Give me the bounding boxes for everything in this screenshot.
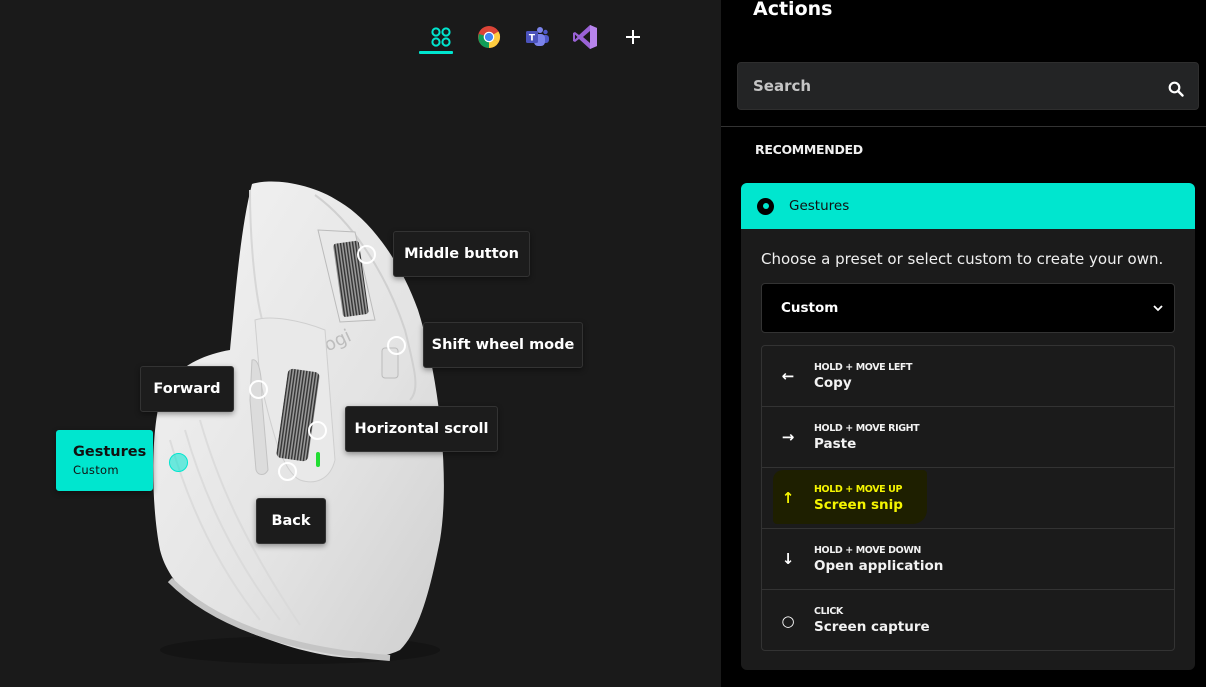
callout-label: Forward — [153, 381, 221, 397]
gesture-action: Copy — [814, 374, 852, 391]
gesture-row-move-right[interactable]: → HOLD + MOVE RIGHT Paste — [762, 407, 1174, 468]
gesture-trigger: HOLD + MOVE DOWN — [814, 544, 921, 556]
preset-dropdown[interactable]: Custom — [761, 283, 1175, 333]
arrow-left-icon: ← — [781, 367, 795, 385]
gestures-option[interactable]: Gestures — [741, 183, 1195, 229]
gestures-card: Gestures Choose a preset or select custo… — [741, 183, 1195, 670]
callout-label: Shift wheel mode — [431, 337, 575, 353]
tab-add-app[interactable] — [609, 18, 657, 56]
search-placeholder: Search — [753, 77, 812, 95]
gesture-action: Screen capture — [814, 619, 930, 635]
gesture-row-move-left[interactable]: ← HOLD + MOVE LEFT Copy — [762, 346, 1174, 407]
arrow-down-icon: ↓ — [781, 550, 795, 568]
hotspot-back[interactable] — [278, 462, 297, 481]
section-label-recommended: RECOMMENDED — [755, 142, 863, 157]
gesture-list: ← HOLD + MOVE LEFT Copy → HOLD + MOVE RI… — [761, 345, 1175, 651]
visual-studio-icon — [573, 25, 597, 49]
gesture-action: Open application — [814, 557, 944, 574]
gestures-description: Choose a preset or select custom to crea… — [761, 250, 1164, 268]
callout-middle-button[interactable]: Middle button — [393, 231, 530, 277]
callout-label: Back — [271, 513, 311, 529]
callout-shift-wheel-mode[interactable]: Shift wheel mode — [423, 322, 583, 368]
radio-selected-icon[interactable] — [757, 197, 774, 215]
callout-horizontal-scroll[interactable]: Horizontal scroll — [345, 406, 498, 452]
actions-panel: Actions Search RECOMMENDED Gestures Choo… — [721, 0, 1206, 687]
teams-icon: T — [526, 27, 549, 46]
tab-chrome[interactable] — [465, 18, 513, 56]
options-plus-window: T logi Middle button Shift wheel mode Fo… — [0, 0, 1206, 687]
plus-icon — [626, 30, 640, 44]
gesture-row-move-down[interactable]: ↓ HOLD + MOVE DOWN Open application — [762, 529, 1174, 590]
callout-label: Middle button — [404, 246, 519, 262]
preset-dropdown-value: Custom — [781, 300, 839, 316]
gesture-trigger: CLICK — [814, 606, 843, 617]
gesture-trigger: HOLD + MOVE RIGHT — [814, 422, 920, 434]
callout-forward[interactable]: Forward — [140, 366, 234, 412]
tab-visual-studio[interactable] — [561, 18, 609, 56]
gesture-row-click[interactable]: ○ CLICK Screen capture — [762, 590, 1174, 651]
tab-teams[interactable]: T — [513, 18, 561, 56]
hotspot-horizontal-scroll[interactable] — [308, 421, 327, 440]
hotspot-gestures[interactable] — [169, 453, 188, 472]
gesture-action: Paste — [814, 435, 857, 452]
callout-label: Horizontal scroll — [354, 421, 489, 437]
callout-gestures[interactable]: Gestures Custom — [56, 430, 153, 491]
click-circle-icon: ○ — [781, 611, 795, 630]
gesture-trigger: HOLD + MOVE LEFT — [814, 361, 913, 373]
search-icon[interactable] — [1168, 81, 1184, 97]
device-canvas: T logi Middle button Shift wheel mode Fo… — [0, 0, 721, 687]
arrow-up-icon: ↑ — [781, 489, 795, 507]
hotspot-shift-wheel-mode[interactable] — [387, 336, 406, 355]
panel-title: Actions — [753, 0, 833, 20]
arrow-right-icon: → — [781, 428, 795, 446]
grid-icon — [431, 27, 451, 47]
gesture-trigger: HOLD + MOVE UP — [814, 483, 903, 495]
gesture-row-move-up[interactable]: ↑ HOLD + MOVE UP Screen snip — [762, 468, 1174, 529]
gestures-option-label: Gestures — [789, 198, 850, 214]
svg-text:T: T — [529, 34, 536, 44]
search-input[interactable]: Search — [737, 62, 1199, 110]
app-profile-tabs: T — [417, 18, 657, 56]
callout-back[interactable]: Back — [256, 498, 326, 544]
hotspot-middle-button[interactable] — [357, 245, 376, 264]
callout-label: Gestures — [73, 444, 147, 460]
callout-sublabel: Custom — [73, 463, 119, 477]
gesture-action: Screen snip — [814, 496, 903, 513]
hotspot-forward[interactable] — [249, 380, 268, 399]
tab-all-apps[interactable] — [417, 18, 465, 56]
divider — [721, 126, 1206, 127]
chrome-icon — [478, 26, 500, 48]
chevron-down-icon — [1153, 305, 1163, 312]
